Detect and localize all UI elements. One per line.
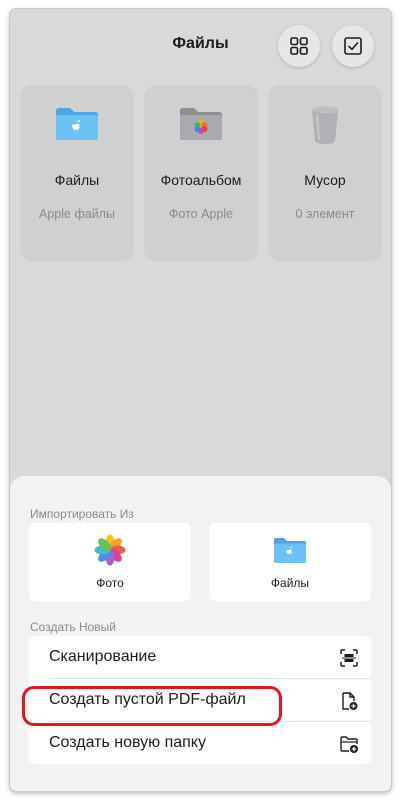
bottom-sheet: Импортировать Из Фото Файлы Создать Новы… xyxy=(10,476,391,791)
create-section-label: Создать Новый xyxy=(30,620,116,634)
highlight-annotation xyxy=(22,686,282,726)
card-subtitle: Фото Apple xyxy=(168,207,234,221)
files-folder-icon xyxy=(209,533,371,563)
import-tile-label: Фото xyxy=(96,576,124,590)
card-subtitle: 0 элемент xyxy=(295,207,355,221)
scan-icon xyxy=(340,649,358,667)
grid-icon xyxy=(290,37,308,55)
import-section-label: Импортировать Из xyxy=(30,507,134,521)
card-name: Мусор xyxy=(304,172,346,188)
import-files-tile[interactable]: Файлы xyxy=(209,523,371,601)
storage-cards: Файлы Apple файлы Фотоальбом Фото Apple … xyxy=(20,85,382,261)
create-folder-item[interactable]: Создать новую папку xyxy=(29,722,371,764)
card-name: Файлы xyxy=(54,172,100,188)
phone-screen: Файлы Файлы Apple файлы Фотоальбом Фото … xyxy=(10,9,391,791)
import-photos-tile[interactable]: Фото xyxy=(29,523,191,601)
new-document-icon xyxy=(342,692,358,710)
card-subtitle: Apple файлы xyxy=(39,207,115,221)
list-item-label: Создать новую папку xyxy=(49,734,206,751)
card-name: Фотоальбом xyxy=(160,172,242,188)
trash-icon xyxy=(268,105,382,145)
card-photo-album[interactable]: Фотоальбом Фото Apple xyxy=(144,85,258,261)
import-tile-label: Файлы xyxy=(270,576,310,590)
select-button[interactable] xyxy=(332,25,374,67)
list-item-label: Сканирование xyxy=(49,648,157,665)
card-files[interactable]: Файлы Apple файлы xyxy=(20,85,134,261)
photos-app-icon xyxy=(29,533,191,566)
checkbox-icon xyxy=(344,37,362,55)
scan-item[interactable]: Сканирование xyxy=(29,636,371,678)
folder-apple-icon xyxy=(20,105,134,145)
grid-view-button[interactable] xyxy=(278,25,320,67)
header: Файлы xyxy=(10,9,391,81)
card-trash[interactable]: Мусор 0 элемент xyxy=(268,85,382,261)
new-folder-icon xyxy=(340,736,358,753)
photo-album-folder-icon xyxy=(144,105,258,145)
